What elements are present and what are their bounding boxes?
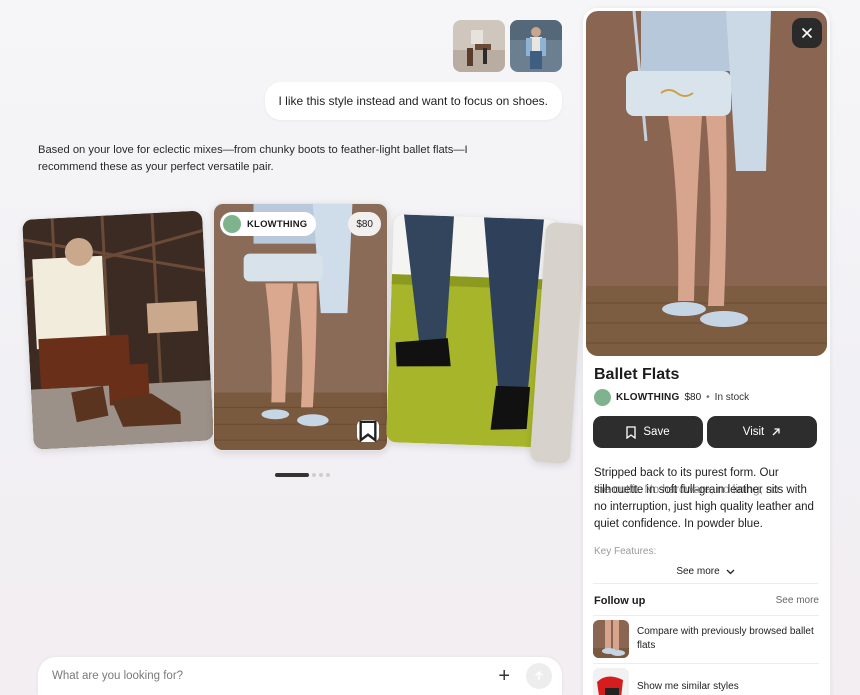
- brand-logo: [594, 389, 611, 406]
- user-message-text: I like this style instead and want to fo…: [278, 94, 548, 108]
- bookmark-icon: [626, 425, 637, 439]
- user-message-bubble: I like this style instead and want to fo…: [264, 82, 562, 120]
- brand-name: KLOWTHING: [247, 218, 308, 230]
- product-title: Ballet Flats: [594, 366, 680, 383]
- description-text: Stripped back to its purest form. Our si…: [594, 467, 814, 530]
- product-meta: KLOWTHING $80 • In stock: [594, 389, 749, 406]
- product-detail-panel: Ballet Flats KLOWTHING $80 • In stock Sa…: [583, 8, 830, 695]
- arrow-up-icon: [534, 670, 544, 680]
- meta-separator: •: [706, 392, 710, 403]
- pagination-dot[interactable]: [312, 473, 316, 477]
- attached-images: [453, 20, 562, 72]
- product-price: $80: [684, 392, 702, 403]
- bookmark-icon: [359, 420, 377, 442]
- send-button[interactable]: [526, 663, 552, 689]
- chevron-down-icon: [726, 569, 735, 574]
- follow-up-see-more-link[interactable]: See more: [776, 595, 819, 607]
- stock-status: In stock: [714, 392, 750, 403]
- follow-up-item-compare[interactable]: Compare with previously browsed ballet f…: [593, 615, 819, 661]
- search-input[interactable]: [52, 670, 499, 682]
- close-icon: [801, 27, 813, 39]
- carousel-pagination: [275, 473, 330, 477]
- follow-up-header: Follow up See more: [594, 595, 819, 607]
- search-bar: +: [38, 657, 562, 695]
- carousel-card-boots[interactable]: [22, 210, 214, 450]
- assistant-message: Based on your love for eclectic mixes—fr…: [38, 144, 468, 173]
- action-buttons: Save Visit: [593, 416, 817, 448]
- product-image: [586, 11, 827, 356]
- see-more-label: See more: [676, 566, 720, 577]
- pagination-dot-active[interactable]: [275, 473, 309, 477]
- follow-up-thumbnail: [593, 619, 629, 658]
- save-label: Save: [643, 426, 670, 438]
- price-text: $80: [356, 218, 373, 230]
- external-link-icon: [772, 428, 780, 436]
- brand-logo: [223, 215, 241, 233]
- follow-up-title: Follow up: [594, 595, 646, 607]
- attached-image-thumbnail[interactable]: [453, 20, 505, 72]
- key-features-label: Key Features:: [594, 546, 657, 557]
- chat-area: I like this style instead and want to fo…: [0, 0, 587, 695]
- follow-up-text: Show me similar styles: [637, 680, 739, 692]
- brand-badge: KLOWTHING: [220, 212, 317, 236]
- see-more-button[interactable]: See more: [593, 560, 818, 584]
- brand-name[interactable]: KLOWTHING: [616, 392, 679, 403]
- bookmark-button[interactable]: [357, 420, 379, 442]
- follow-up-thumbnail: [593, 667, 629, 695]
- close-button[interactable]: [792, 18, 822, 48]
- visit-label: Visit: [742, 426, 765, 438]
- attached-image-thumbnail[interactable]: [510, 20, 562, 72]
- product-description: the outfit. No hardware, no lining, no S…: [594, 465, 819, 533]
- visit-button[interactable]: Visit: [707, 416, 817, 448]
- product-carousel[interactable]: KLOWTHING $80: [0, 195, 587, 480]
- ballet-flats-photo: [214, 204, 387, 450]
- price-badge: $80: [348, 212, 381, 236]
- add-attachment-icon[interactable]: +: [498, 666, 510, 686]
- follow-up-text: Compare with previously browsed ballet f…: [637, 625, 814, 651]
- pagination-dot[interactable]: [319, 473, 323, 477]
- boots-photo: [22, 210, 214, 450]
- pagination-dot[interactable]: [326, 473, 330, 477]
- carousel-card-ballet-flats[interactable]: KLOWTHING $80: [213, 203, 388, 451]
- save-button[interactable]: Save: [593, 416, 703, 448]
- follow-up-item-similar[interactable]: Show me similar styles: [593, 663, 819, 695]
